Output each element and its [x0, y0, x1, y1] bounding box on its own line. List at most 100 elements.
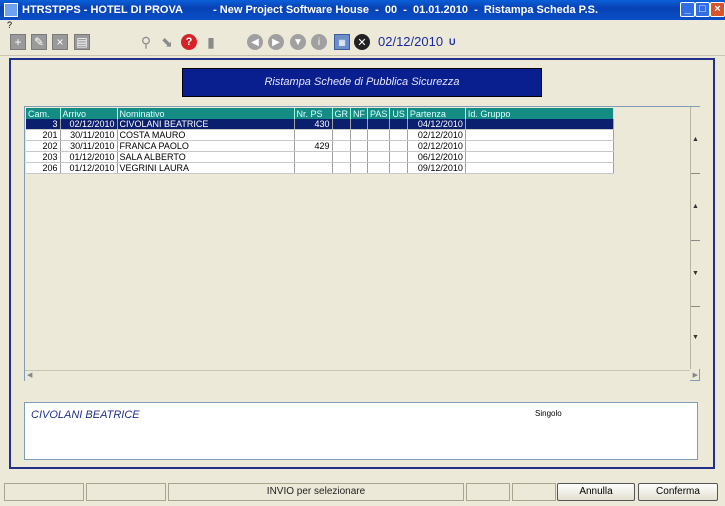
header-us[interactable]: US: [389, 108, 408, 119]
table-row[interactable]: 203 01/12/2010 SALA ALBERTO 06/12/2010: [26, 151, 614, 163]
disk-icon[interactable]: ▮: [203, 34, 219, 50]
cell-us: [389, 151, 408, 163]
cell-partenza: 09/12/2010: [407, 162, 466, 174]
guest-table: Cam. Arrivo Nominativo Nr. PS GR NF PAS …: [26, 108, 614, 174]
cell-cam: 201: [26, 129, 61, 141]
info-icon[interactable]: i: [311, 34, 327, 50]
minimize-button[interactable]: _: [680, 2, 695, 17]
table-header-row: Cam. Arrivo Nominativo Nr. PS GR NF PAS …: [26, 108, 614, 119]
cell-us: [389, 162, 408, 174]
cell-nr-ps: [294, 129, 333, 141]
cell-us: [389, 119, 408, 130]
cell-gr: [332, 162, 351, 174]
cell-gr: [332, 151, 351, 163]
cell-nominativo: FRANCA PAOLO: [117, 140, 295, 152]
status-hint: INVIO per selezionare: [168, 483, 464, 501]
page-title: Ristampa Schede di Pubblica Sicurezza: [182, 68, 542, 97]
calculator-icon[interactable]: ▦: [334, 34, 350, 50]
header-nf[interactable]: NF: [350, 108, 368, 119]
table-row[interactable]: 206 01/12/2010 VEGRINI LAURA 09/12/2010: [26, 162, 614, 174]
title-bar: HTRSTPPS - HOTEL DI PROVA - New Project …: [0, 0, 725, 20]
cell-us: [389, 140, 408, 152]
cell-gr: [332, 129, 351, 141]
guest-detail-panel: CIVOLANI BEATRICE Singolo: [24, 402, 698, 460]
cell-arrivo: 02/12/2010: [60, 119, 118, 130]
edit-icon[interactable]: ✎: [31, 34, 47, 50]
scroll-left-icon[interactable]: ◀: [27, 371, 32, 379]
current-date: 02/12/2010: [378, 34, 444, 49]
search-icon[interactable]: ⚲: [138, 34, 154, 50]
window-title: HTRSTPPS - HOTEL DI PROVA - New Project …: [22, 4, 599, 16]
cell-arrivo: 30/11/2010: [60, 129, 118, 141]
scroll-down-icon[interactable]: ▼: [691, 307, 700, 368]
table-row[interactable]: 202 30/11/2010 FRANCA PAOLO 429 02/12/20…: [26, 140, 614, 152]
header-nominativo[interactable]: Nominativo: [117, 108, 295, 119]
header-cam[interactable]: Cam.: [26, 108, 61, 119]
print-icon[interactable]: ⬊: [159, 34, 175, 50]
status-bar: INVIO per selezionare Annulla Conferma: [0, 480, 725, 506]
cell-nf: [350, 119, 368, 130]
cell-nominativo: VEGRINI LAURA: [117, 162, 295, 174]
help-icon[interactable]: ?: [181, 34, 197, 50]
cell-id-gruppo: [465, 129, 614, 141]
cell-gr: [332, 119, 351, 130]
cell-nr-ps: [294, 162, 333, 174]
cell-nr-ps: 429: [294, 140, 333, 152]
cell-nf: [350, 162, 368, 174]
header-pas[interactable]: PAS: [367, 108, 391, 119]
status-panel-2: [86, 483, 166, 501]
document-icon[interactable]: ▤: [74, 34, 90, 50]
status-panel-5: [512, 483, 556, 501]
scroll-page-up-icon[interactable]: ▲: [691, 174, 700, 241]
cell-id-gruppo: [465, 162, 614, 174]
maximize-button[interactable]: □: [695, 2, 710, 17]
next-icon[interactable]: ▶: [268, 34, 284, 50]
cell-pas: [367, 129, 391, 141]
cell-partenza: 06/12/2010: [407, 151, 466, 163]
cell-pas: [367, 140, 391, 152]
exit-icon[interactable]: ✕: [354, 34, 370, 50]
app-icon: [4, 3, 18, 17]
cell-nominativo: CIVOLANI BEATRICE: [117, 119, 295, 130]
previous-icon[interactable]: ◀: [247, 34, 263, 50]
scroll-page-down-icon[interactable]: ▼: [691, 241, 700, 307]
cell-arrivo: 01/12/2010: [60, 151, 118, 163]
menu-bar: ?: [0, 20, 725, 31]
header-nr-ps[interactable]: Nr. PS: [294, 108, 333, 119]
annulla-button[interactable]: Annulla: [557, 483, 635, 501]
cell-nf: [350, 140, 368, 152]
cell-nr-ps: 430: [294, 119, 333, 130]
cell-us: [389, 129, 408, 141]
cell-id-gruppo: [465, 151, 614, 163]
cell-partenza: 02/12/2010: [407, 129, 466, 141]
scroll-up-icon[interactable]: ▲: [691, 107, 700, 174]
cell-partenza: 04/12/2010: [407, 119, 466, 130]
table-row[interactable]: 3 02/12/2010 CIVOLANI BEATRICE 430 04/12…: [26, 119, 614, 130]
cell-cam: 206: [26, 162, 61, 174]
horizontal-scrollbar[interactable]: ◀ ▶: [25, 370, 698, 381]
close-button[interactable]: ×: [710, 2, 725, 17]
cell-pas: [367, 119, 391, 130]
header-partenza[interactable]: Partenza: [407, 108, 466, 119]
scroll-right-icon[interactable]: ▶: [693, 371, 698, 379]
cell-nominativo: COSTA MAURO: [117, 129, 295, 141]
down-icon[interactable]: ▼: [290, 34, 306, 50]
header-id-gruppo[interactable]: Id. Gruppo: [465, 108, 614, 119]
add-icon[interactable]: +: [10, 34, 26, 50]
menu-help[interactable]: ?: [7, 20, 12, 31]
cell-cam: 202: [26, 140, 61, 152]
header-gr[interactable]: GR: [332, 108, 351, 119]
cell-id-gruppo: [465, 140, 614, 152]
cell-arrivo: 01/12/2010: [60, 162, 118, 174]
guest-name: CIVOLANI BEATRICE: [31, 409, 140, 421]
cell-partenza: 02/12/2010: [407, 140, 466, 152]
table-row[interactable]: 201 30/11/2010 COSTA MAURO 02/12/2010: [26, 129, 614, 141]
vertical-scrollbar[interactable]: ▲ ▲ ▼ ▼: [690, 107, 700, 369]
cell-pas: [367, 162, 391, 174]
conferma-button[interactable]: Conferma: [638, 483, 718, 501]
status-panel-1: [4, 483, 84, 501]
delete-icon[interactable]: ×: [52, 34, 68, 50]
toolbar: + ✎ × ▤ ⚲ ⬊ ? ▮ ◀ ▶ ▼ i ▦ ✕: [0, 31, 725, 56]
cell-id-gruppo: [465, 119, 614, 130]
header-arrivo[interactable]: Arrivo: [60, 108, 118, 119]
